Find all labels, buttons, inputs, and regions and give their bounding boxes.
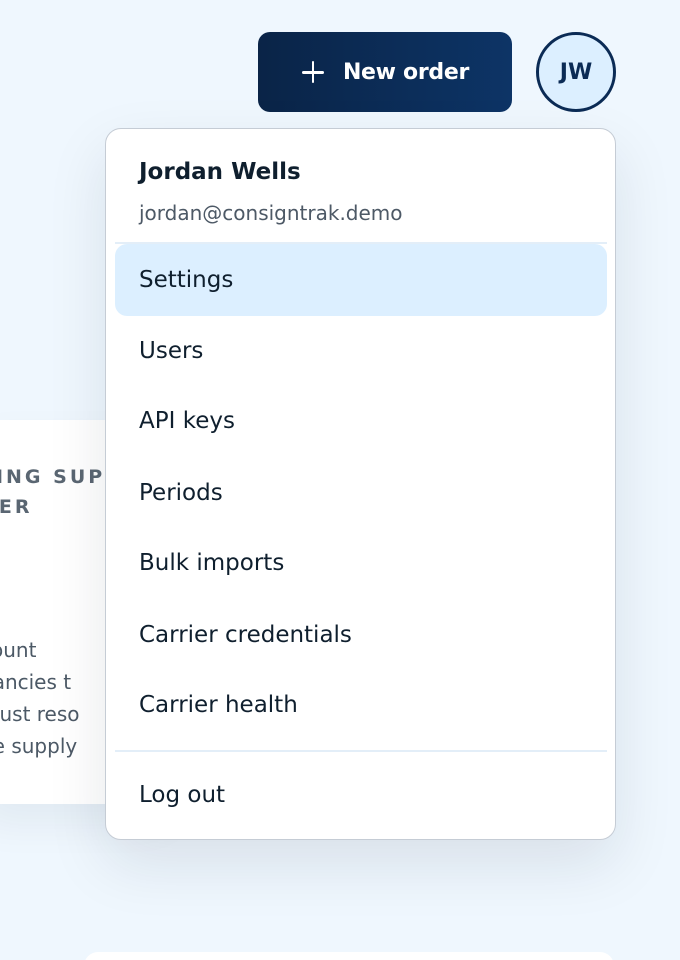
card-kicker: TING SUP NER: [0, 462, 105, 522]
user-email: jordan@consigntrak.demo: [139, 201, 403, 225]
card-body-line: pancies t: [0, 670, 72, 694]
card-kicker-line: NER: [0, 496, 33, 518]
new-order-label: New order: [342, 59, 470, 85]
menu-divider: [115, 750, 607, 752]
card-body-line: must reso: [0, 702, 80, 726]
card-body: count pancies t must reso he supply: [0, 634, 80, 762]
plus-icon: [301, 60, 325, 84]
menu-item-carrier-credentials[interactable]: Carrier credentials: [115, 599, 607, 671]
menu-item-bulk-imports[interactable]: Bulk imports: [115, 527, 607, 599]
card-body-line: he supply: [0, 734, 78, 758]
menu-item-users[interactable]: Users: [115, 315, 607, 387]
card-kicker-line: TING SUP: [0, 466, 106, 488]
card-body-line: count: [0, 638, 37, 662]
user-menu-dropdown: Jordan Wells jordan@consigntrak.demo Set…: [105, 128, 616, 840]
menu-item-log-out[interactable]: Log out: [115, 759, 607, 831]
menu-item-settings[interactable]: Settings: [115, 244, 607, 316]
avatar[interactable]: JW: [536, 32, 616, 112]
menu-item-carrier-health[interactable]: Carrier health: [115, 669, 607, 741]
new-order-button[interactable]: New order: [258, 32, 512, 112]
user-name: Jordan Wells: [139, 159, 301, 185]
background-panel: [84, 952, 614, 960]
menu-item-api-keys[interactable]: API keys: [115, 385, 607, 457]
menu-item-periods[interactable]: Periods: [115, 457, 607, 529]
page: TING SUP NER count pancies t must reso h…: [0, 0, 680, 960]
